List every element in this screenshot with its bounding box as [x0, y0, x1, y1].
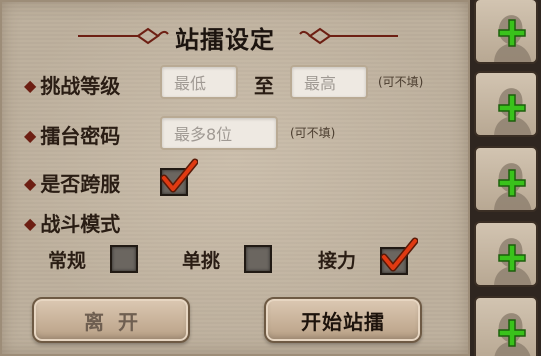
- diamond-bullet-icon: ◆: [24, 174, 37, 193]
- title-bar: 站擂设定: [0, 18, 470, 54]
- level-label: ◆ 挑战等级: [24, 74, 121, 98]
- character-silhouette-icon: [494, 15, 532, 62]
- team-slot-4[interactable]: [474, 221, 538, 287]
- team-slot-2[interactable]: [474, 71, 538, 137]
- battle-mode-label: ◆ 战斗模式: [24, 212, 121, 236]
- start-arena-button[interactable]: 开始站擂: [264, 297, 422, 343]
- level-separator: 至: [254, 74, 274, 98]
- team-slot-sidebar: [470, 0, 541, 356]
- mode-relay-label: 接力: [318, 250, 357, 272]
- mode-solo-checkbox[interactable]: [244, 245, 272, 273]
- character-silhouette-icon: [494, 88, 532, 135]
- diamond-bullet-icon: ◆: [24, 76, 37, 95]
- team-slot-1[interactable]: [474, 0, 538, 64]
- mode-solo-label: 单挑: [182, 250, 221, 272]
- level-min-input[interactable]: 最低: [160, 65, 238, 99]
- character-silhouette-icon: [494, 163, 532, 210]
- character-silhouette-icon: [494, 238, 532, 285]
- diamond-bullet-icon: ◆: [24, 126, 37, 145]
- team-slot-5[interactable]: [474, 296, 538, 356]
- leave-button[interactable]: 离开: [32, 297, 190, 343]
- level-hint: (可不填): [378, 75, 424, 89]
- level-max-input[interactable]: 最高: [290, 65, 368, 99]
- character-silhouette-icon: [494, 313, 531, 356]
- mode-normal-checkbox[interactable]: [110, 245, 138, 273]
- mode-normal-label: 常规: [48, 250, 87, 272]
- checkmark-icon: [160, 158, 198, 193]
- diamond-bullet-icon: ◆: [24, 214, 37, 233]
- password-input[interactable]: 最多8位: [160, 116, 278, 150]
- checkmark-icon: [380, 237, 418, 272]
- right-ornament-icon: [299, 27, 398, 45]
- dialog-title: 站擂设定: [175, 26, 275, 54]
- left-ornament-icon: [78, 27, 169, 45]
- cross-server-label: ◆ 是否跨服: [24, 172, 121, 196]
- password-hint: (可不填): [290, 126, 336, 140]
- team-slot-3[interactable]: [474, 146, 538, 212]
- settings-panel: 站擂设定 ◆ 挑战等级 最低 至 最高 (可不填) ◆ 擂台密码 最多8位 (可不填…: [0, 0, 470, 356]
- password-label: ◆ 擂台密码: [24, 124, 121, 148]
